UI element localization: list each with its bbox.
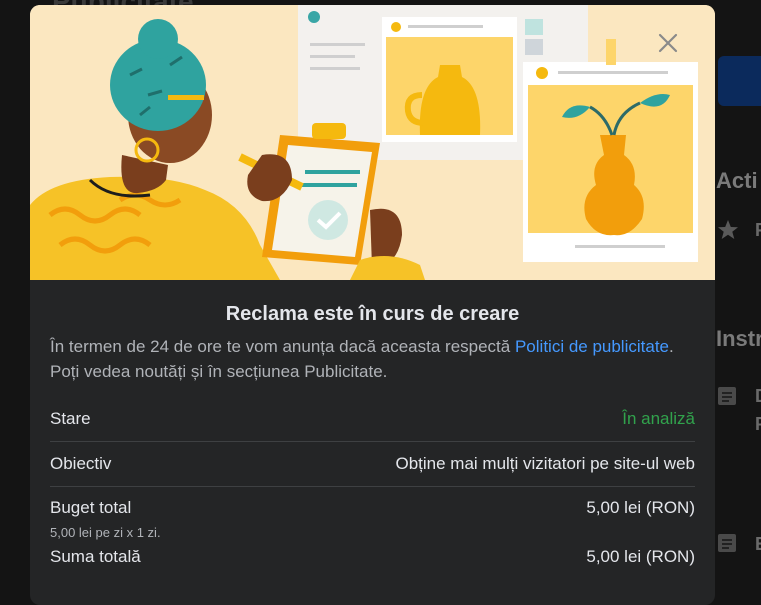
objective-label: Obiectiv (50, 454, 112, 473)
background-primary-button (718, 56, 761, 106)
budget-value: 5,00 lei (RON) (586, 498, 695, 517)
document-icon (718, 534, 736, 552)
document-icon (718, 387, 736, 405)
ad-created-dialog: Reclama este în curs de creare În termen… (30, 5, 715, 605)
ad-policies-link[interactable]: Politici de publicitate (515, 337, 669, 356)
objective-value: Obține mai mulți vizitatori pe site-ul w… (395, 454, 695, 473)
total-label: Suma totală (50, 547, 141, 566)
background-letter: P (755, 414, 761, 435)
objective-row: Obiectiv Obține mai mulți vizitatori pe … (50, 442, 695, 487)
ad-summary: Stare În analiză Obiectiv Obține mai mul… (50, 396, 695, 568)
description-text: În termen de 24 de ore te vom anunța dac… (50, 337, 515, 356)
close-icon (658, 33, 678, 53)
background-letter: E (755, 534, 761, 555)
dialog-content: Reclama este în curs de creare În termen… (30, 280, 715, 568)
total-value: 5,00 lei (RON) (586, 547, 695, 566)
status-badge: În analiză (622, 408, 695, 428)
background-letter: D (755, 386, 761, 407)
background-letter: F (755, 220, 761, 240)
background-section-activity: Acti (716, 168, 758, 193)
status-row: Stare În analiză (50, 396, 695, 442)
close-button[interactable] (650, 25, 686, 61)
woman-with-clipboard-illustration (30, 5, 715, 280)
dialog-title: Reclama este în curs de creare (225, 303, 520, 325)
status-label: Stare (50, 408, 91, 428)
budget-detail: 5,00 lei pe zi x 1 zi. (50, 525, 161, 540)
budget-label: Buget total (50, 498, 132, 517)
background-section-instructions: Instr (716, 326, 761, 351)
dialog-description: În termen de 24 de ore te vom anunța dac… (50, 334, 695, 384)
hero-illustration (30, 5, 715, 280)
budget-block: Buget total 5,00 lei (RON) 5,00 lei pe z… (50, 487, 695, 568)
star-icon (718, 220, 738, 239)
